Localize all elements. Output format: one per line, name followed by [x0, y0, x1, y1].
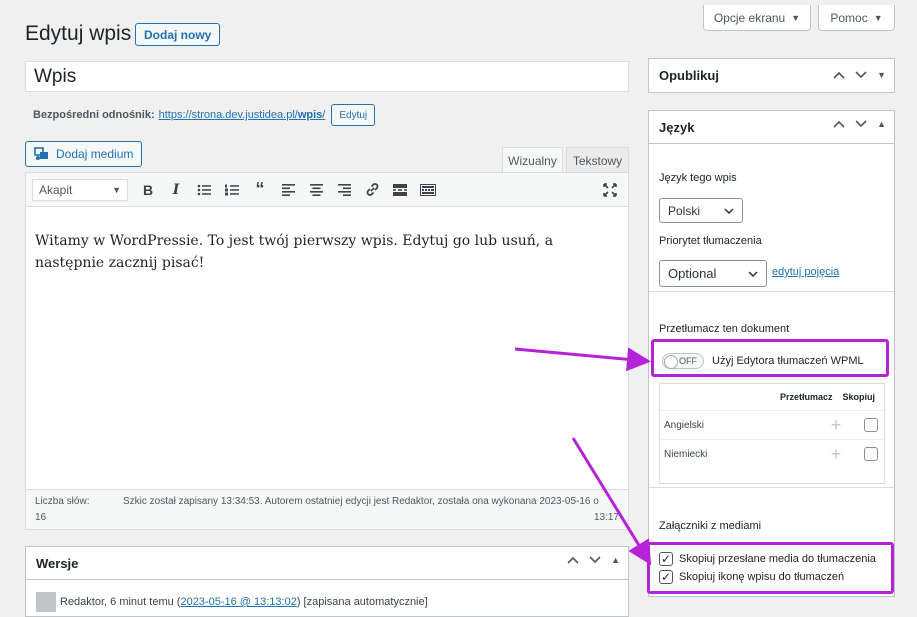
annotation-arrows	[514, 347, 652, 566]
